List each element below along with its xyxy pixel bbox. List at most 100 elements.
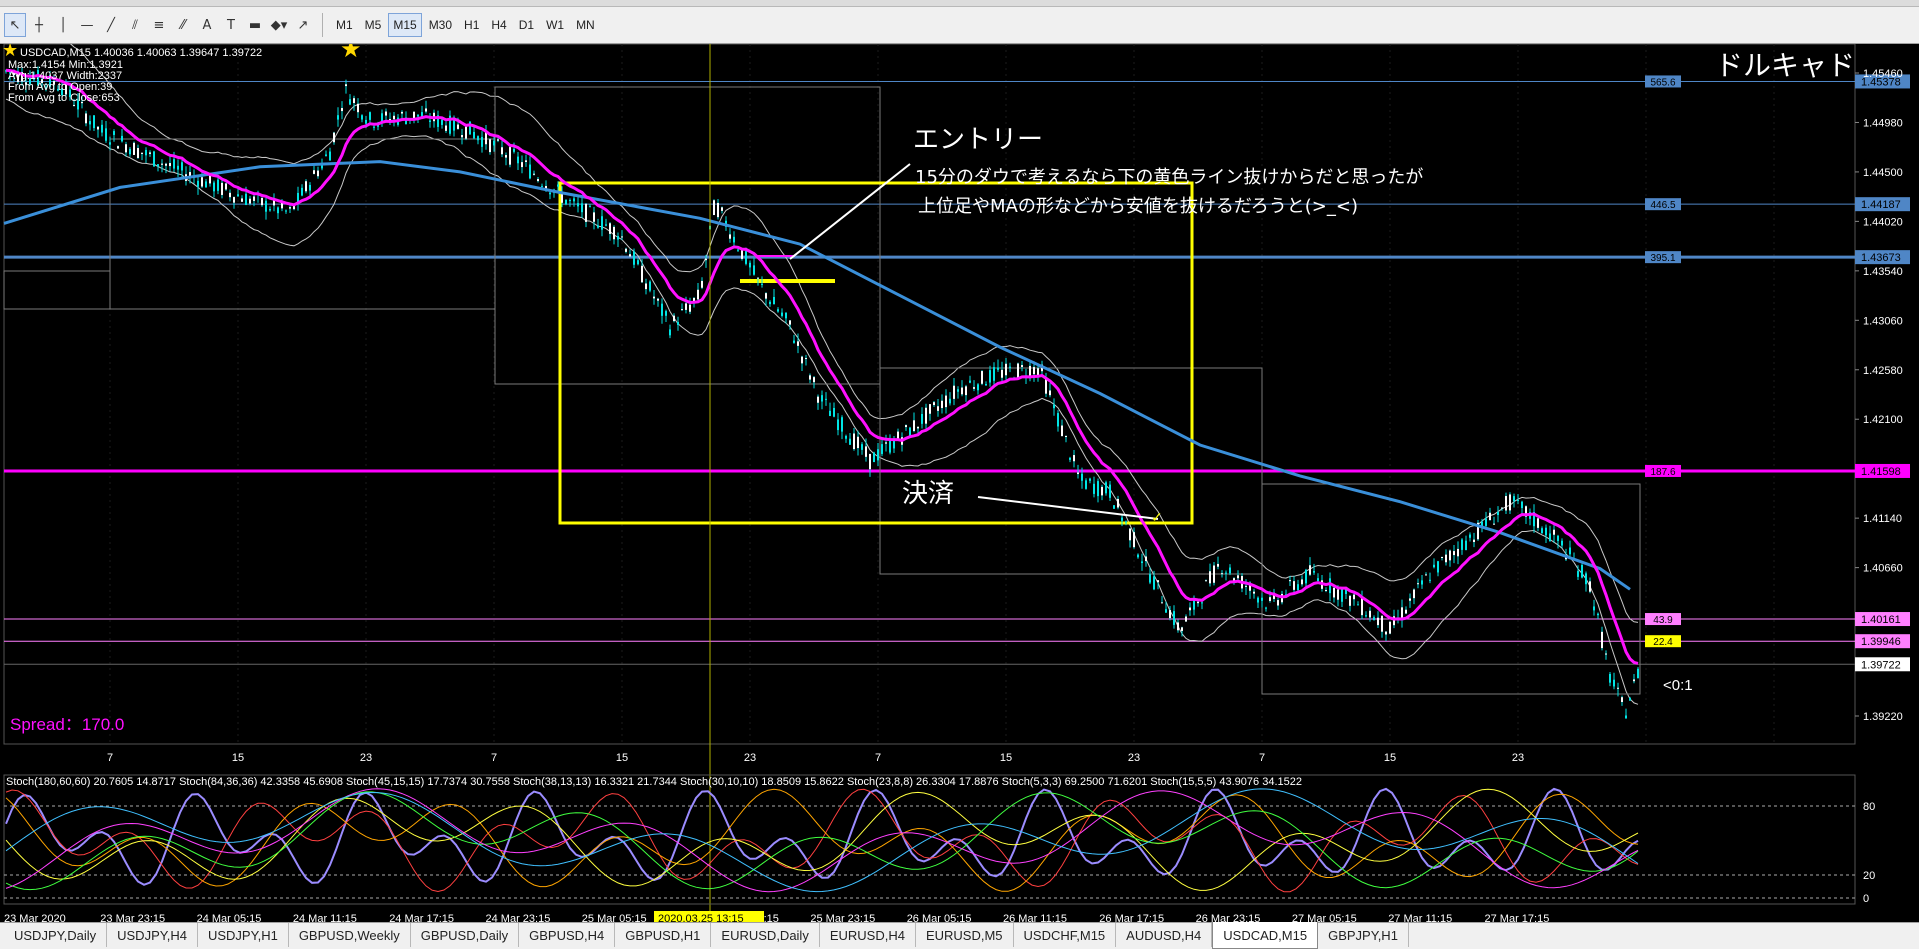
candle-body xyxy=(1085,480,1087,489)
candle-body xyxy=(1097,481,1099,497)
horizontal-line-icon[interactable]: — xyxy=(76,13,98,37)
candle-body xyxy=(361,115,363,120)
candle-body xyxy=(489,139,491,153)
candle-body xyxy=(885,442,887,444)
tab-gbpusd-weekly[interactable]: GBPUSD,Weekly xyxy=(289,923,411,947)
candle-body xyxy=(1069,457,1071,460)
time-tick: 7 xyxy=(1259,752,1265,764)
candle-body xyxy=(569,199,571,201)
timeframe-m30[interactable]: M30 xyxy=(424,13,457,37)
candle-body xyxy=(813,377,815,383)
tab-gbpusd-daily[interactable]: GBPUSD,Daily xyxy=(411,923,520,947)
vertical-line-icon[interactable]: │ xyxy=(52,13,74,37)
tab-usdjpy-daily[interactable]: USDJPY,Daily xyxy=(4,923,108,947)
channel-icon[interactable]: ⫽ xyxy=(124,13,146,37)
candle-body xyxy=(581,203,583,213)
candle-body xyxy=(209,175,211,184)
trendline-icon[interactable]: ╱ xyxy=(100,13,122,37)
candle-body xyxy=(669,329,671,336)
candle-body xyxy=(1121,517,1123,521)
candle-body xyxy=(233,197,235,203)
timeframe-w1[interactable]: W1 xyxy=(541,13,569,37)
candle-body xyxy=(609,223,611,234)
candle-body xyxy=(1117,498,1119,508)
timeframe-mn[interactable]: MN xyxy=(571,13,600,37)
candle-body xyxy=(969,380,971,383)
candle-body xyxy=(161,163,163,165)
candle-body xyxy=(445,125,447,131)
candle-body xyxy=(481,136,483,147)
candle-body xyxy=(981,371,983,384)
shapes-icon[interactable]: ◆▾ xyxy=(268,13,290,37)
candle-body xyxy=(1037,368,1039,376)
candle-body xyxy=(1065,435,1067,438)
cursor-icon[interactable]: ↖ xyxy=(4,13,26,37)
candle-body xyxy=(1009,366,1011,368)
candle-body xyxy=(225,183,227,190)
candle-body xyxy=(113,131,115,135)
candle-body xyxy=(1049,390,1051,396)
fibonacci-icon[interactable]: ≡ xyxy=(148,13,170,37)
tab-usdjpy-h4[interactable]: USDJPY,H4 xyxy=(107,923,198,947)
tab-gbpjpy-h1[interactable]: GBPJPY,H1 xyxy=(1318,923,1409,947)
candle-body xyxy=(601,216,603,230)
candle-body xyxy=(861,444,863,450)
candle-body xyxy=(1265,607,1267,609)
candle-body xyxy=(1601,631,1603,649)
candle-body xyxy=(1625,715,1627,719)
candle-body xyxy=(1557,535,1559,541)
tab-eurusd-h4[interactable]: EURUSD,H4 xyxy=(820,923,916,947)
tab-usdchf-m15[interactable]: USDCHF,M15 xyxy=(1014,923,1117,947)
candle-body xyxy=(561,193,563,203)
tab-eurusd-daily[interactable]: EURUSD,Daily xyxy=(711,923,820,947)
timeframe-d1[interactable]: D1 xyxy=(514,13,539,37)
chart-area[interactable]: 565.6 1.45378446.5 1.44187395.1 1.43673187.… xyxy=(0,44,1919,949)
candle-body xyxy=(357,103,359,113)
candle-body xyxy=(137,147,139,158)
text-label-icon[interactable]: T xyxy=(220,13,242,37)
tab-audusd-h4[interactable]: AUDUSD,H4 xyxy=(1116,923,1213,947)
candle-body xyxy=(313,170,315,174)
candle-body xyxy=(1553,529,1555,535)
crosshair-icon[interactable]: ┼ xyxy=(28,13,50,37)
timeframe-m1[interactable]: M1 xyxy=(331,13,358,37)
candle-body xyxy=(241,198,243,202)
candle-body xyxy=(1045,379,1047,394)
candle-body xyxy=(85,113,87,124)
gann-icon[interactable]: ⁄⁄ xyxy=(172,13,194,37)
candle-body xyxy=(533,173,535,175)
candle-body xyxy=(1257,597,1259,603)
candle-body xyxy=(733,236,735,243)
candle-body xyxy=(1433,564,1435,568)
candle-body xyxy=(197,180,199,187)
timeframe-m5[interactable]: M5 xyxy=(360,13,387,37)
tab-usdcad-m15[interactable]: USDCAD,M15 xyxy=(1212,922,1319,949)
candle-body xyxy=(153,151,155,167)
candle-body xyxy=(753,265,755,275)
candle-body xyxy=(1137,554,1139,558)
candle-body xyxy=(417,114,419,117)
candle-body xyxy=(521,162,523,168)
timeframe-m15[interactable]: M15 xyxy=(388,13,422,37)
stoch-label: Stoch(180,60,60) 20.7605 14.8717 Stoch(8… xyxy=(6,776,1302,788)
candle-body xyxy=(677,322,679,325)
candle-body xyxy=(1521,501,1523,509)
candle-body xyxy=(1141,561,1143,564)
rectangle-icon[interactable]: ▬ xyxy=(244,13,266,37)
toolbar-separator xyxy=(322,13,323,37)
tab-gbpusd-h4[interactable]: GBPUSD,H4 xyxy=(519,923,616,947)
timeframe-h4[interactable]: H4 xyxy=(486,13,511,37)
candle-body xyxy=(1021,365,1023,367)
text-icon[interactable]: A xyxy=(196,13,218,37)
tab-usdjpy-h1[interactable]: USDJPY,H1 xyxy=(198,923,289,947)
candle-body xyxy=(1313,571,1315,573)
arrow-icon[interactable]: ↗ xyxy=(292,13,314,37)
tab-eurusd-m5[interactable]: EURUSD,M5 xyxy=(916,923,1014,947)
time-tick: 23 xyxy=(1128,752,1140,764)
candle-body xyxy=(1541,528,1543,534)
timeframe-h1[interactable]: H1 xyxy=(459,13,484,37)
candle-body xyxy=(761,283,763,285)
tab-gbpusd-h1[interactable]: GBPUSD,H1 xyxy=(615,923,712,947)
candle-body xyxy=(917,426,919,429)
candle-body xyxy=(201,177,203,187)
